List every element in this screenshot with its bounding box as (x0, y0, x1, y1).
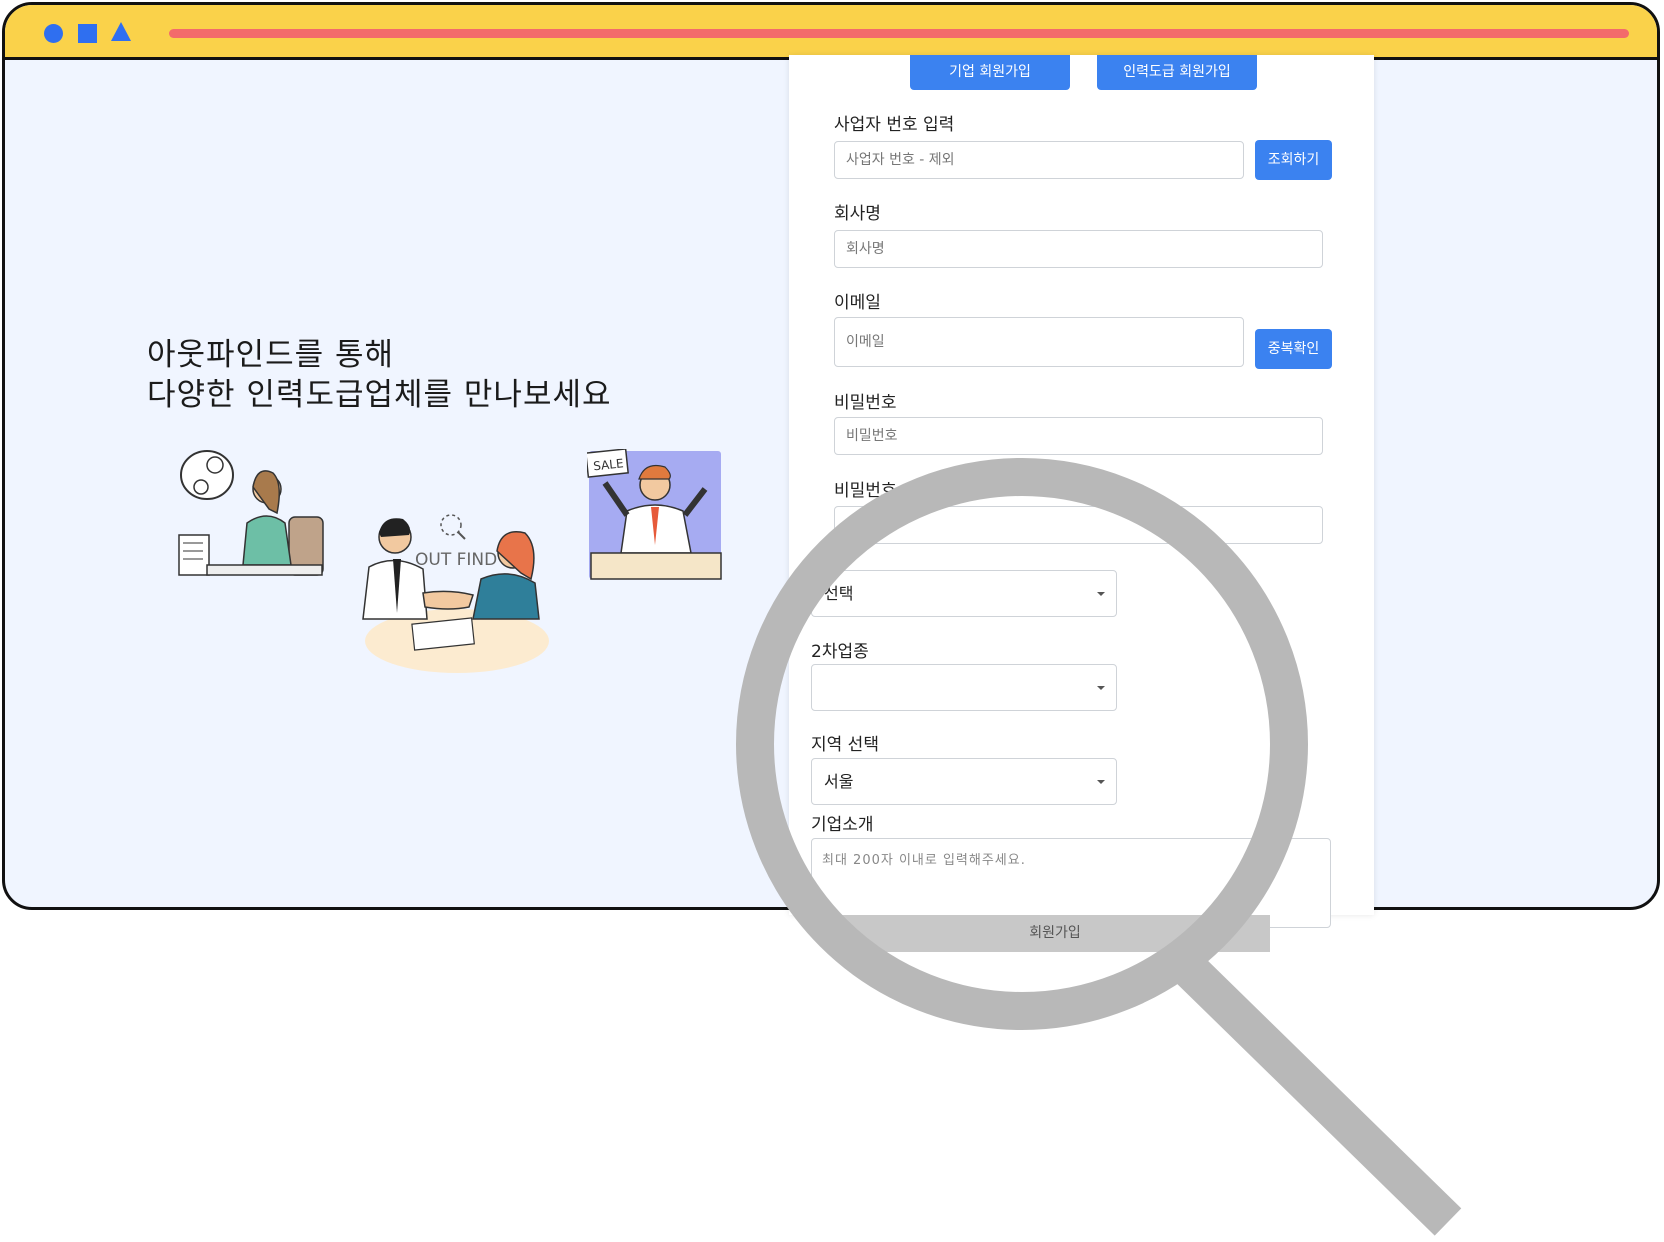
primary-industry-value: 선택 (824, 584, 854, 603)
hero-line-2: 다양한 인력도급업체를 만나보세요 (147, 377, 612, 413)
illustration-sale-sign: SALE (587, 449, 722, 580)
email-input[interactable]: 이메일 (834, 317, 1244, 367)
business-number-label: 사업자 번호 입력 (834, 115, 955, 135)
secondary-industry-select[interactable] (811, 664, 1117, 711)
business-number-input[interactable]: 사업자 번호 - 제외 (834, 141, 1244, 179)
company-name-label: 회사명 (834, 204, 881, 224)
region-label: 지역 선택 (811, 735, 879, 755)
tab-company-signup[interactable]: 기업 회원가입 (910, 55, 1070, 90)
primary-industry-select[interactable]: 선택 (811, 570, 1117, 617)
circle-shape-icon (44, 24, 63, 43)
password-label: 비밀번호 (834, 393, 897, 413)
region-select[interactable]: 서울 (811, 758, 1117, 805)
triangle-shape-icon (111, 22, 131, 41)
company-name-input[interactable]: 회사명 (834, 230, 1323, 268)
region-value: 서울 (824, 772, 854, 791)
hero-line-1: 아웃파인드를 통해 (147, 337, 395, 373)
dropdown-caret-icon (1097, 686, 1105, 690)
hero-heading: 아웃파인드를 통해 다양한 인력도급업체를 만나보세요 (147, 335, 612, 415)
dropdown-caret-icon (1097, 780, 1105, 784)
illustration-handshake: OUT FIND (362, 514, 549, 673)
email-duplicate-check-button[interactable]: 중복확인 (1255, 329, 1332, 369)
browser-titlebar (5, 5, 1657, 60)
illustration-woman-at-desk (178, 450, 324, 576)
signup-panel: 기업 회원가입 인력도급 회원가입 사업자 번호 입력 사업자 번호 - 제외 … (789, 55, 1374, 928)
email-label: 이메일 (834, 293, 881, 313)
password-confirm-input[interactable] (834, 506, 1323, 544)
company-intro-label: 기업소개 (811, 815, 874, 835)
square-shape-icon (78, 24, 97, 43)
signup-submit-button[interactable]: 회원가입 (840, 915, 1270, 952)
lookup-button[interactable]: 조회하기 (1255, 140, 1332, 180)
dropdown-caret-icon (1097, 592, 1105, 596)
address-bar[interactable] (169, 29, 1629, 38)
tab-contractor-signup[interactable]: 인력도급 회원가입 (1097, 55, 1257, 90)
password-confirm-label: 비밀번호 (834, 481, 897, 501)
secondary-industry-label: 2차업종 (811, 642, 869, 662)
password-input[interactable]: 비밀번호 (834, 417, 1323, 455)
illustration-logo-text: OUT FIND (415, 550, 497, 570)
